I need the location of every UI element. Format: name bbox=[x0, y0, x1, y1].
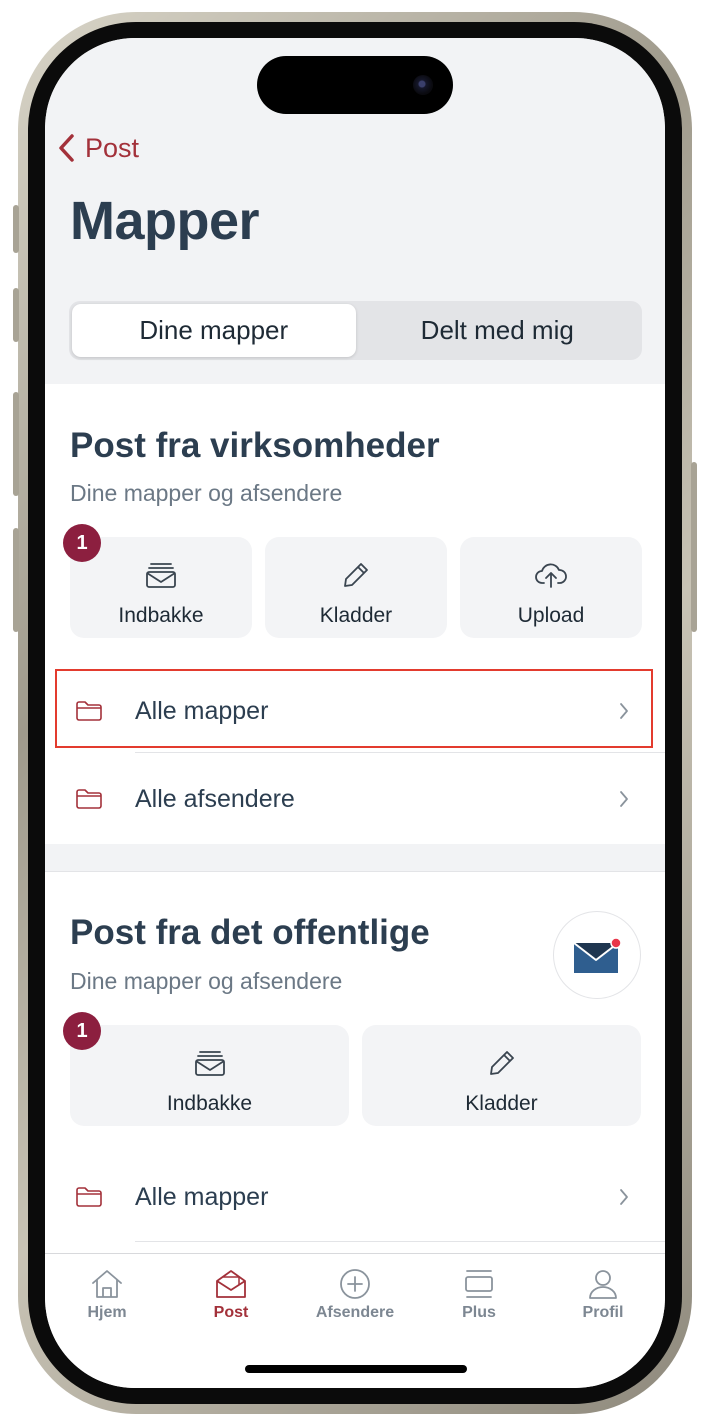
person-icon bbox=[589, 1270, 617, 1299]
dynamic-island bbox=[257, 56, 453, 114]
tab-afsendere-label: Afsendere bbox=[315, 1304, 395, 1321]
tab-plus-label: Plus bbox=[462, 1304, 496, 1321]
business-inbox-label: Indbakke bbox=[118, 604, 204, 627]
page-title: Mapper bbox=[70, 191, 260, 251]
section-gap bbox=[45, 844, 665, 872]
mute-switch bbox=[13, 205, 19, 253]
business-all-senders-row[interactable]: Alle afsendere bbox=[45, 758, 665, 840]
volume-up-button bbox=[13, 392, 19, 496]
side-button bbox=[691, 462, 697, 632]
business-upload-label: Upload bbox=[517, 604, 585, 627]
segment-delt-med-mig[interactable]: Delt med mig bbox=[356, 304, 640, 357]
tab-profil-label: Profil bbox=[582, 1304, 624, 1321]
pencil-icon bbox=[489, 1051, 514, 1075]
back-button[interactable]: Post bbox=[57, 130, 139, 166]
action-button bbox=[13, 288, 19, 342]
public-section-subtitle: Dine mapper og afsendere bbox=[70, 968, 343, 994]
cloud-upload-icon bbox=[535, 563, 567, 588]
chevron-right-icon bbox=[620, 1189, 628, 1205]
business-upload-tile[interactable]: Upload bbox=[460, 537, 642, 638]
tab-post[interactable]: Post bbox=[169, 1268, 293, 1322]
business-section-title: Post fra virksomheder bbox=[70, 426, 440, 465]
business-mail-section: Post fra virksomheder Dine mapper og afs… bbox=[45, 384, 665, 844]
tab-plus[interactable]: Plus bbox=[417, 1268, 541, 1322]
chevron-left-icon bbox=[59, 134, 74, 162]
selection-highlight bbox=[55, 669, 653, 748]
public-all-folders-row[interactable]: Alle mapper bbox=[45, 1156, 665, 1238]
app-screen: Post Mapper Dine mapper Delt med mig Pos… bbox=[45, 38, 665, 1388]
public-inbox-label: Indbakke bbox=[166, 1092, 253, 1115]
segment-dine-mapper[interactable]: Dine mapper bbox=[72, 304, 356, 357]
public-mail-section: Post fra det offentlige Dine mapper og a… bbox=[45, 872, 665, 1253]
home-icon bbox=[92, 1270, 122, 1298]
envelope-notification-icon bbox=[573, 937, 622, 973]
home-indicator bbox=[245, 1365, 467, 1373]
business-drafts-tile[interactable]: Kladder bbox=[265, 537, 447, 638]
public-all-folders-label: Alle mapper bbox=[135, 1182, 269, 1211]
pencil-icon bbox=[344, 563, 368, 587]
inbox-icon bbox=[194, 1051, 225, 1076]
public-drafts-label: Kladder bbox=[465, 1092, 538, 1115]
front-camera bbox=[413, 75, 433, 95]
row-divider bbox=[135, 752, 665, 753]
row-divider bbox=[135, 1241, 665, 1242]
business-all-senders-label: Alle afsendere bbox=[135, 784, 295, 813]
plus-circle-icon bbox=[340, 1269, 370, 1299]
folder-icon bbox=[76, 1187, 102, 1207]
business-drafts-label: Kladder bbox=[319, 604, 393, 627]
tab-afsendere[interactable]: Afsendere bbox=[293, 1268, 417, 1322]
inbox-icon bbox=[146, 563, 176, 588]
public-section-title: Post fra det offentlige bbox=[70, 913, 430, 952]
folder-icon bbox=[76, 789, 102, 809]
tab-hjem-label: Hjem bbox=[87, 1304, 127, 1321]
back-label: Post bbox=[85, 132, 140, 163]
tab-hjem[interactable]: Hjem bbox=[45, 1268, 169, 1322]
chevron-right-icon bbox=[620, 791, 628, 807]
business-inbox-badge: 1 bbox=[63, 524, 101, 562]
folder-scope-segmented-control: Dine mapper Delt med mig bbox=[69, 301, 642, 360]
tab-post-label: Post bbox=[213, 1304, 249, 1321]
digital-post-badge bbox=[553, 911, 641, 999]
public-drafts-tile[interactable]: Kladder bbox=[362, 1025, 641, 1126]
public-inbox-tile[interactable]: Indbakke bbox=[70, 1025, 349, 1126]
public-inbox-badge: 1 bbox=[63, 1012, 101, 1050]
volume-down-button bbox=[13, 528, 19, 632]
business-section-subtitle: Dine mapper og afsendere bbox=[70, 480, 343, 506]
tab-profil[interactable]: Profil bbox=[541, 1268, 665, 1322]
mail-open-icon bbox=[216, 1270, 246, 1298]
stack-icon bbox=[465, 1270, 493, 1298]
